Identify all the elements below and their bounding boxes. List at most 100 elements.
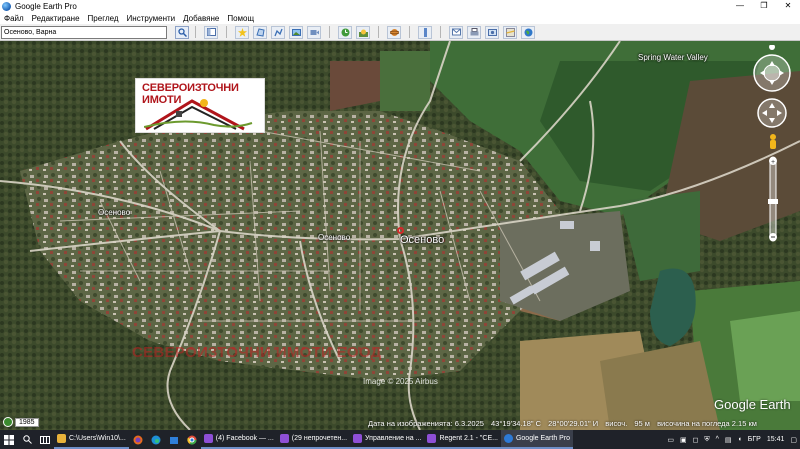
tray-app-icon[interactable]: ◻: [693, 436, 699, 444]
window-title: Google Earth Pro: [15, 1, 77, 11]
taskbar-item-regent[interactable]: Regent 2.1 - "CE...: [424, 430, 501, 449]
menu-add[interactable]: Добавяне: [183, 14, 219, 23]
navigation-controls[interactable]: +: [750, 45, 794, 245]
view-in-maps-button[interactable]: [503, 25, 517, 39]
menu-help[interactable]: Помощ: [227, 14, 254, 23]
chrome-icon[interactable]: [183, 430, 201, 449]
image-overlay-icon: [291, 28, 301, 36]
taskbar-item-facebook[interactable]: (4) Facebook — ...: [200, 430, 277, 449]
windows-start-icon[interactable]: [0, 430, 18, 449]
task-view-icon[interactable]: [36, 430, 54, 449]
notifications-icon[interactable]: ▢: [790, 436, 797, 444]
menu-edit[interactable]: Редактиране: [32, 14, 80, 23]
eye-altitude: височина на погледа 2.15 км: [657, 419, 757, 428]
minimize-button[interactable]: —: [728, 0, 752, 12]
clock-icon: [341, 28, 349, 36]
add-path-button[interactable]: [271, 25, 285, 39]
menu-view[interactable]: Преглед: [88, 14, 119, 23]
historical-year-badge[interactable]: 1985: [3, 417, 39, 427]
street-view-pegman-icon[interactable]: [770, 134, 776, 140]
volume-icon[interactable]: ◖: [738, 436, 742, 443]
tour-icon: [310, 29, 319, 35]
restore-button[interactable]: ❐: [752, 0, 776, 12]
map-label-spring-water-valley: Spring Water Valley: [638, 53, 708, 62]
save-image-button[interactable]: [485, 25, 499, 39]
google-earth-brand: Google Earth: [714, 397, 791, 412]
language-indicator[interactable]: БГР: [748, 436, 761, 443]
menu-file[interactable]: Файл: [4, 14, 24, 23]
taskbar-item-google-earth[interactable]: Google Earth Pro: [500, 430, 574, 449]
taskbar-item-unread[interactable]: (29 непрочетен...: [276, 430, 351, 449]
earth-view-button[interactable]: [521, 25, 535, 39]
network-icon[interactable]: ▤: [725, 436, 732, 444]
system-tray: ▭ ▣ ◻ ⛨ ^ ▤ ◖ БГР 15:41 ▢: [664, 430, 800, 449]
browser-icon: [353, 434, 363, 443]
toolbar-divider: [329, 26, 330, 38]
history-clock-icon: [3, 417, 13, 427]
taskbar-item-label: Google Earth Pro: [515, 435, 571, 442]
add-overlay-button[interactable]: [289, 25, 303, 39]
taskbar-item-label: Regent 2.1 - "CE...: [439, 435, 498, 442]
store-icon[interactable]: [165, 430, 183, 449]
oldest-imagery-year: 1985: [15, 417, 39, 427]
longitude: 28°00'29.01" И: [548, 419, 599, 428]
historical-imagery-button[interactable]: [338, 25, 352, 39]
status-line: Дата на изображенията: 6.3.2025 43°19'34…: [368, 419, 762, 428]
toolbar: Осеново, Варна: [0, 24, 800, 41]
tray-app-icon[interactable]: ▭: [667, 436, 674, 444]
google-earth-icon: [2, 1, 11, 11]
save-image-icon: [487, 28, 497, 36]
taskbar-item-management[interactable]: Управление на ...: [350, 430, 425, 449]
village-pin-icon[interactable]: [397, 227, 404, 234]
maps-icon: [505, 27, 515, 37]
close-button[interactable]: ✕: [776, 0, 800, 12]
search-input[interactable]: Осеново, Варна: [1, 25, 167, 39]
toolbar-divider: [226, 26, 227, 38]
elevation-value: 95 м: [634, 419, 650, 428]
firefox-icon[interactable]: [129, 430, 147, 449]
agency-watermark: СЕВЕРОИЗТОЧНИ ИМОТИ ЕООД: [132, 344, 382, 361]
window-controls: — ❐ ✕: [728, 0, 800, 12]
google-earth-icon: [503, 434, 513, 443]
tray-app-icon[interactable]: ▣: [680, 436, 687, 444]
sun-icon: [358, 29, 368, 37]
chevron-up-icon[interactable]: ^: [716, 436, 719, 443]
search-button[interactable]: [175, 25, 189, 39]
elevation-label: височ.: [605, 419, 628, 428]
map-viewport[interactable]: СЕВЕРОИЗТОЧНИ ИМОТИ Осеново Осеново Осен…: [0, 41, 800, 430]
svg-text:+: +: [771, 159, 775, 166]
email-button[interactable]: [449, 25, 463, 39]
browser-icon: [427, 434, 437, 443]
map-label-west: Осеново: [98, 208, 131, 217]
taskbar-item-label: C:\Users\Win10\...: [69, 435, 126, 442]
sun-button[interactable]: [356, 25, 370, 39]
zoom-thumb[interactable]: [768, 199, 778, 204]
globe-icon: [524, 28, 532, 36]
add-placemark-button[interactable]: [235, 25, 249, 39]
taskbar-search-icon[interactable]: [18, 430, 36, 449]
polygon-icon: [255, 27, 265, 37]
search-icon: [177, 27, 187, 37]
taskbar-item-explorer[interactable]: C:\Users\Win10\...: [54, 430, 129, 449]
planets-button[interactable]: [387, 25, 401, 39]
print-button[interactable]: [467, 25, 481, 39]
imagery-date: Дата на изображенията: 6.3.2025: [368, 419, 484, 428]
shield-icon[interactable]: ⛨: [704, 436, 709, 444]
village-label[interactable]: Осеново: [400, 234, 444, 246]
north-icon[interactable]: [769, 45, 775, 50]
latitude: 43°19'34.18" С: [491, 419, 542, 428]
toolbar-divider: [378, 26, 379, 38]
ruler-icon: [423, 27, 427, 37]
toolbar-divider: [195, 26, 196, 38]
menu-tools[interactable]: Инструменти: [127, 14, 176, 23]
folder-icon: [57, 434, 66, 443]
agency-logo: СЕВЕРОИЗТОЧНИ ИМОТИ: [135, 78, 265, 133]
email-icon: [451, 28, 461, 36]
sidebar-toggle-button[interactable]: [204, 25, 218, 39]
add-polygon-button[interactable]: [253, 25, 267, 39]
record-tour-button[interactable]: [307, 25, 321, 39]
browser-icon: [279, 434, 289, 443]
edge-icon[interactable]: [147, 430, 165, 449]
clock[interactable]: 15:41: [767, 436, 785, 443]
ruler-button[interactable]: [418, 25, 432, 39]
